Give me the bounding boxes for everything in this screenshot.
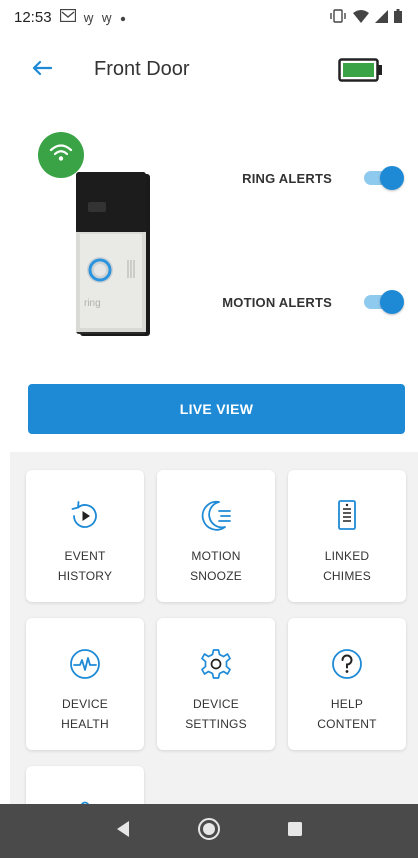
tile-linked-chimes[interactable]: LINKED CHIMES [288,470,406,602]
mail-icon [59,8,76,26]
toggle-knob [380,290,404,314]
moon-snooze-icon [198,498,234,534]
nav-back-icon [115,820,131,843]
vibrate-icon [329,9,347,27]
back-button[interactable] [28,56,56,84]
tile-shared-users[interactable] [26,766,144,804]
doorbell-brand-text: ring [84,298,101,309]
battery-full-icon [338,58,384,86]
notification-icon: ꝡ [101,9,112,25]
feature-grid: EVENT HISTORY MOTION SNOOZE LINKED CHIME… [10,452,418,804]
ring-alerts-toggle[interactable] [364,166,404,190]
question-icon [329,646,365,682]
doorbell-image: ring [66,172,158,347]
tile-label: MOTION SNOOZE [190,549,242,583]
tile-label: LINKED CHIMES [323,549,371,583]
page-title: Front Door [94,58,190,80]
nav-back-button[interactable] [103,811,143,851]
live-view-button[interactable]: LIVE VIEW [28,384,405,434]
app-header: Front Door [0,48,418,92]
ring-alerts-label: RING ALERTS [242,170,332,186]
history-play-icon [67,498,103,534]
tile-event-history[interactable]: EVENT HISTORY [26,470,144,602]
toggle-knob [380,166,404,190]
status-bar: 12:53 ꝡ ꝡ [0,0,418,34]
nav-home-icon [197,817,221,846]
wifi-status-badge[interactable] [38,132,84,178]
tile-help-content[interactable]: HELP CONTENT [288,618,406,750]
arrow-left-icon [32,60,53,81]
device-overview: ring RING ALERTS MOTION ALERTS [0,132,418,352]
tile-label: EVENT HISTORY [57,549,113,583]
ring-alerts-row: RING ALERTS [242,166,404,190]
heartbeat-icon [67,646,103,682]
tile-device-health[interactable]: DEVICE HEALTH [26,618,144,750]
battery-icon [394,9,402,27]
tile-motion-snooze[interactable]: MOTION SNOOZE [157,470,275,602]
wifi-icon [49,143,73,168]
battery-status[interactable] [338,58,384,87]
nav-recents-button[interactable] [275,811,315,851]
tile-label: DEVICE SETTINGS [185,697,247,731]
shared-users-icon [67,794,103,804]
notification-icon: ꝡ [83,9,94,25]
tile-label: HELP CONTENT [317,697,377,731]
wifi-icon [353,9,369,27]
dot-icon [120,9,126,26]
nav-home-button[interactable] [189,811,229,851]
tile-label: DEVICE HEALTH [61,697,109,731]
status-time: 12:53 [14,8,52,26]
signal-icon [375,9,388,27]
motion-alerts-toggle[interactable] [364,290,404,314]
motion-alerts-row: MOTION ALERTS [222,290,404,314]
system-nav-bar [0,804,418,858]
motion-alerts-label: MOTION ALERTS [222,294,332,310]
nav-recents-icon [287,821,303,842]
chime-icon [329,498,365,534]
tile-device-settings[interactable]: DEVICE SETTINGS [157,618,275,750]
gear-icon [198,646,234,682]
